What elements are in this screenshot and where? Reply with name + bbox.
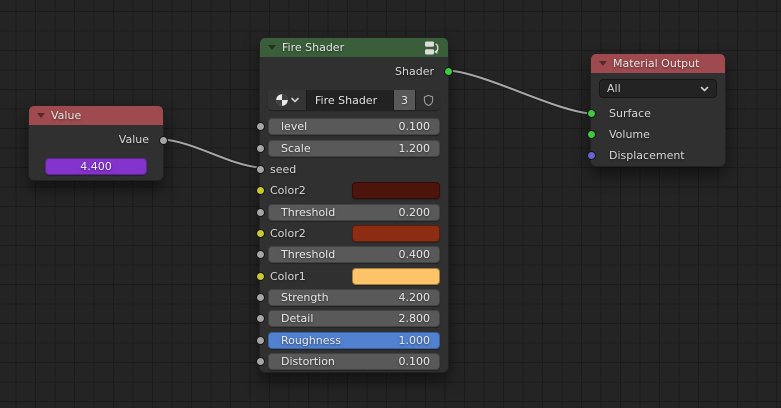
node-group-icon xyxy=(424,41,440,55)
chevron-down-icon xyxy=(291,97,299,103)
material-browse-dropdown[interactable] xyxy=(268,90,307,110)
material-output-node-title: Material Output xyxy=(613,57,700,70)
slider-label: Threshold xyxy=(281,248,336,262)
row-distortion: Distortion 0.100 xyxy=(255,351,440,372)
material-output-node-header[interactable]: Material Output xyxy=(591,54,725,73)
scale-slider[interactable]: Scale 1.200 xyxy=(268,139,440,157)
surface-input-socket[interactable] xyxy=(586,109,596,118)
fake-user-shield-button[interactable] xyxy=(416,90,440,110)
node-material-output[interactable]: Material Output All Surface Volume Displ… xyxy=(586,53,726,167)
row-roughness: Roughness 1.000 xyxy=(255,329,440,350)
row-color2-a: Color2 xyxy=(255,180,440,201)
material-name-field[interactable]: Fire Shader xyxy=(307,90,394,110)
output-target-value: All xyxy=(607,82,621,95)
shield-icon xyxy=(423,94,433,106)
slider-label: Roughness xyxy=(281,333,342,347)
row-displacement: Displacement xyxy=(586,145,717,166)
slider-value: 4.200 xyxy=(398,290,431,304)
row-scale: Scale 1.200 xyxy=(255,137,440,158)
color2-swatch[interactable] xyxy=(352,224,440,242)
value-node-title: Value xyxy=(51,109,82,122)
link-shader-to-surface xyxy=(448,69,591,115)
collapse-triangle-icon[interactable] xyxy=(599,61,607,66)
color2-input-socket[interactable] xyxy=(255,186,265,196)
fire-shader-node-title: Fire Shader xyxy=(282,41,345,54)
row-threshold-a: Threshold 0.200 xyxy=(255,201,440,222)
threshold-slider[interactable]: Threshold 0.400 xyxy=(268,246,440,264)
value-output-socket[interactable] xyxy=(158,135,168,145)
slider-value: 2.800 xyxy=(398,312,431,326)
threshold-input-socket[interactable] xyxy=(255,207,265,217)
threshold-slider[interactable]: Threshold 0.200 xyxy=(268,203,440,221)
slider-label: Detail xyxy=(281,312,314,326)
color2-input-socket[interactable] xyxy=(255,228,265,238)
strength-slider[interactable]: Strength 4.200 xyxy=(268,288,440,306)
fire-shader-node-header[interactable]: Fire Shader xyxy=(260,38,448,57)
distortion-slider[interactable]: Distortion 0.100 xyxy=(268,352,440,370)
color1-input-socket[interactable] xyxy=(255,271,265,281)
roughness-slider[interactable]: Roughness 1.000 xyxy=(268,331,440,349)
seed-label: seed xyxy=(270,162,297,176)
color2-swatch[interactable] xyxy=(352,182,440,200)
node-value[interactable]: Value Value 4.400 xyxy=(28,105,168,181)
row-color1: Color1 xyxy=(255,265,440,286)
slider-value: 0.100 xyxy=(398,354,431,368)
strength-input-socket[interactable] xyxy=(255,292,265,302)
color2-label: Color2 xyxy=(270,184,306,198)
value-number-slider[interactable]: 4.400 xyxy=(45,158,147,175)
material-datablock-row: Fire Shader 3 xyxy=(268,90,440,110)
slider-label: Strength xyxy=(281,290,329,304)
collapse-triangle-icon[interactable] xyxy=(37,113,45,118)
volume-input-socket[interactable] xyxy=(586,130,596,139)
threshold-input-socket[interactable] xyxy=(255,250,265,260)
shader-output-socket[interactable] xyxy=(443,66,453,76)
color1-swatch[interactable] xyxy=(352,267,440,285)
link-shader-to-surface-outline xyxy=(448,68,591,116)
row-color2-b: Color2 xyxy=(255,223,440,244)
slider-label: Threshold xyxy=(281,205,336,219)
scale-input-socket[interactable] xyxy=(255,143,265,153)
slider-label: level xyxy=(281,120,308,134)
material-users-count-button[interactable]: 3 xyxy=(394,90,416,110)
node-fire-shader[interactable]: Fire Shader Shader Fire Shader 3 level 0… xyxy=(255,37,453,373)
shader-output-label: Shader xyxy=(395,64,434,78)
level-input-socket[interactable] xyxy=(255,122,265,132)
value-node-header[interactable]: Value xyxy=(29,106,163,125)
chevron-down-icon xyxy=(700,86,709,91)
value-output-label: Value xyxy=(118,132,149,146)
slider-value: 0.100 xyxy=(398,120,431,134)
row-level: level 0.100 xyxy=(255,116,440,137)
distortion-input-socket[interactable] xyxy=(255,356,265,366)
displacement-label: Displacement xyxy=(609,149,685,162)
slider-value: 0.200 xyxy=(398,205,431,219)
roughness-input-socket[interactable] xyxy=(255,335,265,345)
row-seed: seed xyxy=(255,159,440,180)
color2-label: Color2 xyxy=(270,226,306,240)
detail-input-socket[interactable] xyxy=(255,314,265,324)
slider-value: 1.000 xyxy=(398,333,431,347)
row-detail: Detail 2.800 xyxy=(255,308,440,329)
slider-value: 1.200 xyxy=(398,141,431,155)
row-volume: Volume xyxy=(586,124,717,145)
row-surface: Surface xyxy=(586,103,717,124)
value-number: 4.400 xyxy=(80,160,112,173)
displacement-input-socket[interactable] xyxy=(586,151,596,160)
slider-value: 0.400 xyxy=(398,248,431,262)
node-editor-canvas[interactable]: Value Value 4.400 Fire Shader Shader Fir… xyxy=(0,0,781,408)
link-value-to-seed xyxy=(163,138,260,169)
material-sphere-icon xyxy=(276,94,288,106)
row-strength: Strength 4.200 xyxy=(255,287,440,308)
output-target-dropdown[interactable]: All xyxy=(599,79,717,98)
collapse-triangle-icon[interactable] xyxy=(268,45,276,50)
row-threshold-b: Threshold 0.400 xyxy=(255,244,440,265)
level-slider[interactable]: level 0.100 xyxy=(268,118,440,136)
link-value-to-seed-outline xyxy=(163,137,260,170)
slider-label: Scale xyxy=(281,141,311,155)
surface-label: Surface xyxy=(609,107,651,120)
slider-label: Distortion xyxy=(281,354,335,368)
color1-label: Color1 xyxy=(270,269,306,283)
detail-slider[interactable]: Detail 2.800 xyxy=(268,310,440,328)
seed-input-socket[interactable] xyxy=(255,164,265,174)
volume-label: Volume xyxy=(609,128,650,141)
